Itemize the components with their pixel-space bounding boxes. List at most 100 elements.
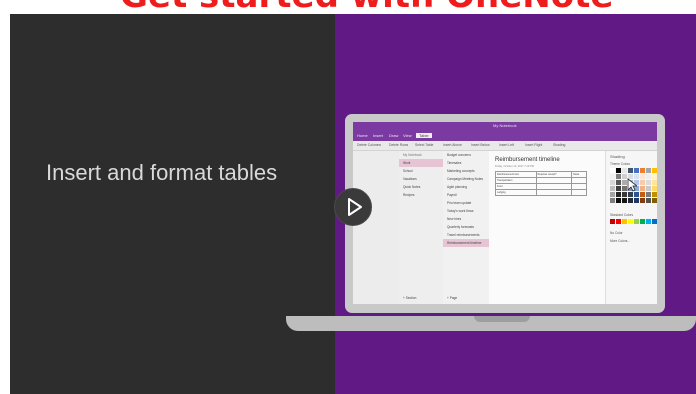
table-cell[interactable]: Lodging <box>495 189 537 196</box>
note-date: Friday, October 13, 2017 7:19 PM <box>495 165 534 168</box>
shading-button[interactable]: Shading <box>553 143 565 147</box>
section-school[interactable]: School <box>399 167 443 175</box>
color-swatch[interactable] <box>652 198 657 203</box>
page-item[interactable]: Agile planning <box>443 183 489 191</box>
tab-table[interactable]: Table <box>416 133 432 138</box>
color-swatch[interactable] <box>616 180 621 185</box>
color-swatch[interactable] <box>622 198 627 203</box>
color-swatch[interactable] <box>640 198 645 203</box>
tab-home[interactable]: Home <box>357 133 368 138</box>
shading-pane: Shading Theme Colors Standard Colors No … <box>605 151 657 304</box>
page-item[interactable]: Payroll <box>443 191 489 199</box>
color-swatch[interactable] <box>616 168 621 173</box>
color-swatch[interactable] <box>646 180 651 185</box>
mouse-cursor-icon <box>627 178 637 192</box>
insert-left-button[interactable]: Insert Left <box>499 143 514 147</box>
color-swatch[interactable] <box>634 198 639 203</box>
more-colors-option[interactable]: More Colors... <box>610 239 630 243</box>
theme-colors-label: Theme Colors <box>610 162 631 166</box>
color-swatch[interactable] <box>640 186 645 191</box>
section-quick-notes[interactable]: Quick Notes <box>399 183 443 191</box>
color-swatch[interactable] <box>628 192 633 197</box>
color-swatch[interactable] <box>646 168 651 173</box>
page-item[interactable]: Travel reimbursements <box>443 231 489 239</box>
color-swatch[interactable] <box>652 174 657 179</box>
delete-rows-button[interactable]: Delete Rows <box>389 143 408 147</box>
color-swatch[interactable] <box>628 219 633 224</box>
color-swatch[interactable] <box>640 168 645 173</box>
color-swatch[interactable] <box>646 174 651 179</box>
note-canvas[interactable]: Reimbursement timeline Friday, October 1… <box>489 151 605 304</box>
insert-above-button[interactable]: Insert Above <box>443 143 462 147</box>
color-swatch[interactable] <box>652 192 657 197</box>
color-swatch[interactable] <box>634 219 639 224</box>
section-work[interactable]: Work <box>399 159 443 167</box>
table-cell[interactable] <box>570 189 588 196</box>
color-swatch[interactable] <box>616 174 621 179</box>
color-swatch[interactable] <box>652 219 657 224</box>
color-swatch[interactable] <box>610 198 615 203</box>
color-swatch[interactable] <box>610 180 615 185</box>
color-swatch[interactable] <box>622 192 627 197</box>
color-swatch[interactable] <box>640 174 645 179</box>
note-table[interactable]: Reimbursement item Requires receipt? Not… <box>495 171 588 196</box>
play-button[interactable] <box>334 188 372 226</box>
color-swatch[interactable] <box>610 174 615 179</box>
add-section-button[interactable]: + Section <box>399 294 420 302</box>
color-swatch[interactable] <box>610 168 615 173</box>
color-swatch[interactable] <box>628 168 633 173</box>
section-vacations[interactable]: Vacations <box>399 175 443 183</box>
section-recipes[interactable]: Recipes <box>399 191 443 199</box>
delete-columns-button[interactable]: Delete Columns <box>357 143 381 147</box>
notebook-pane <box>353 151 400 304</box>
color-swatch[interactable] <box>622 168 627 173</box>
add-page-button[interactable]: + Page <box>443 294 461 302</box>
note-title[interactable]: Reimbursement timeline <box>495 157 560 163</box>
color-swatch[interactable] <box>634 168 639 173</box>
color-swatch[interactable] <box>610 192 615 197</box>
left-panel: Insert and format tables <box>10 14 335 394</box>
standard-colors-label: Standard Colors <box>610 213 634 217</box>
color-swatch[interactable] <box>652 186 657 191</box>
page-item[interactable]: Campaign Meeting Notes <box>443 175 489 183</box>
page-item[interactable]: Prio team update <box>443 199 489 207</box>
insert-right-button[interactable]: Insert Right <box>525 143 542 147</box>
insert-below-button[interactable]: Insert Below <box>471 143 490 147</box>
page-item[interactable]: New hires <box>443 215 489 223</box>
page-item[interactable]: Quarterly forecasts <box>443 223 489 231</box>
page-item[interactable]: Budget concerns <box>443 151 489 159</box>
page-item[interactable]: Timesales <box>443 159 489 167</box>
color-swatch[interactable] <box>640 219 645 224</box>
color-swatch[interactable] <box>634 192 639 197</box>
color-swatch[interactable] <box>640 180 645 185</box>
color-swatch[interactable] <box>652 180 657 185</box>
color-swatch[interactable] <box>610 186 615 191</box>
standard-color-row[interactable] <box>610 219 657 224</box>
color-swatch[interactable] <box>616 198 621 203</box>
color-swatch[interactable] <box>646 219 651 224</box>
color-swatch[interactable] <box>646 192 651 197</box>
table-row: Lodging <box>495 189 588 196</box>
table-cell[interactable] <box>535 189 572 196</box>
page-item[interactable]: Marketing concepts <box>443 167 489 175</box>
page-item[interactable]: Today's work flows <box>443 207 489 215</box>
color-swatch[interactable] <box>622 219 627 224</box>
tab-draw[interactable]: Draw <box>389 133 398 138</box>
page-item-selected[interactable]: Reimbursement timeline <box>443 239 489 247</box>
color-swatch[interactable] <box>640 192 645 197</box>
window-titlebar: My Notebook <box>353 122 657 132</box>
notebook-header[interactable]: My Notebook <box>399 151 443 159</box>
select-table-button[interactable]: Select Table <box>415 143 433 147</box>
color-swatch[interactable] <box>628 198 633 203</box>
color-swatch[interactable] <box>646 186 651 191</box>
color-swatch[interactable] <box>616 192 621 197</box>
headline: Insert and format tables <box>46 160 278 185</box>
color-swatch[interactable] <box>646 198 651 203</box>
color-swatch[interactable] <box>616 219 621 224</box>
tab-insert[interactable]: Insert <box>373 133 383 138</box>
color-swatch[interactable] <box>616 186 621 191</box>
color-swatch[interactable] <box>652 168 657 173</box>
color-swatch[interactable] <box>610 219 615 224</box>
no-color-option[interactable]: No Color <box>610 231 623 235</box>
tab-view[interactable]: View <box>403 133 412 138</box>
